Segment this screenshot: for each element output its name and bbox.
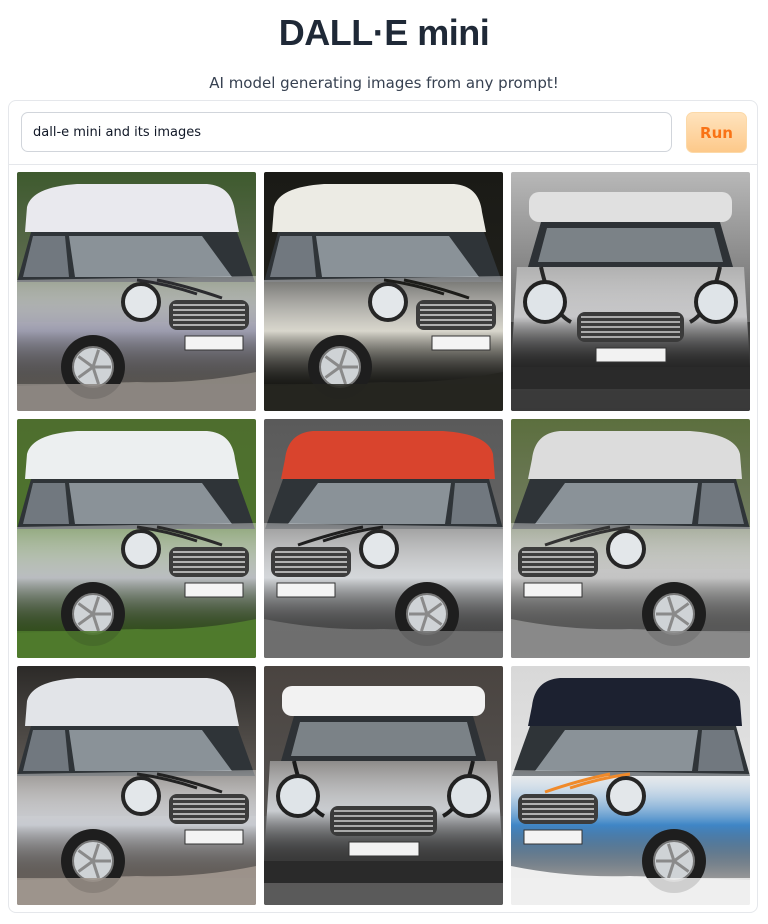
generated-image[interactable]	[17, 419, 256, 658]
car-image	[264, 419, 503, 658]
generated-image[interactable]	[264, 666, 503, 905]
car-image	[17, 419, 256, 658]
prompt-row: Run	[9, 101, 757, 165]
prompt-input[interactable]	[21, 112, 672, 152]
generated-image[interactable]	[511, 172, 750, 411]
car-image	[511, 419, 750, 658]
generated-image[interactable]	[264, 419, 503, 658]
image-gallery	[17, 172, 750, 905]
generated-image[interactable]	[264, 172, 503, 411]
car-image	[17, 172, 256, 411]
generated-image[interactable]	[17, 172, 256, 411]
generated-image[interactable]	[17, 666, 256, 905]
car-image	[264, 172, 503, 411]
generated-image[interactable]	[511, 419, 750, 658]
app-subtitle: AI model generating images from any prom…	[209, 74, 559, 92]
car-image	[511, 172, 750, 411]
car-image	[17, 666, 256, 905]
generated-image[interactable]	[511, 666, 750, 905]
app-header: DALL·E mini AI model generating images f…	[0, 0, 768, 92]
car-image	[511, 666, 750, 905]
app-title: DALL·E mini	[278, 12, 490, 53]
car-image	[264, 666, 503, 905]
run-button[interactable]: Run	[686, 112, 747, 153]
generator-panel: Run	[8, 100, 758, 913]
